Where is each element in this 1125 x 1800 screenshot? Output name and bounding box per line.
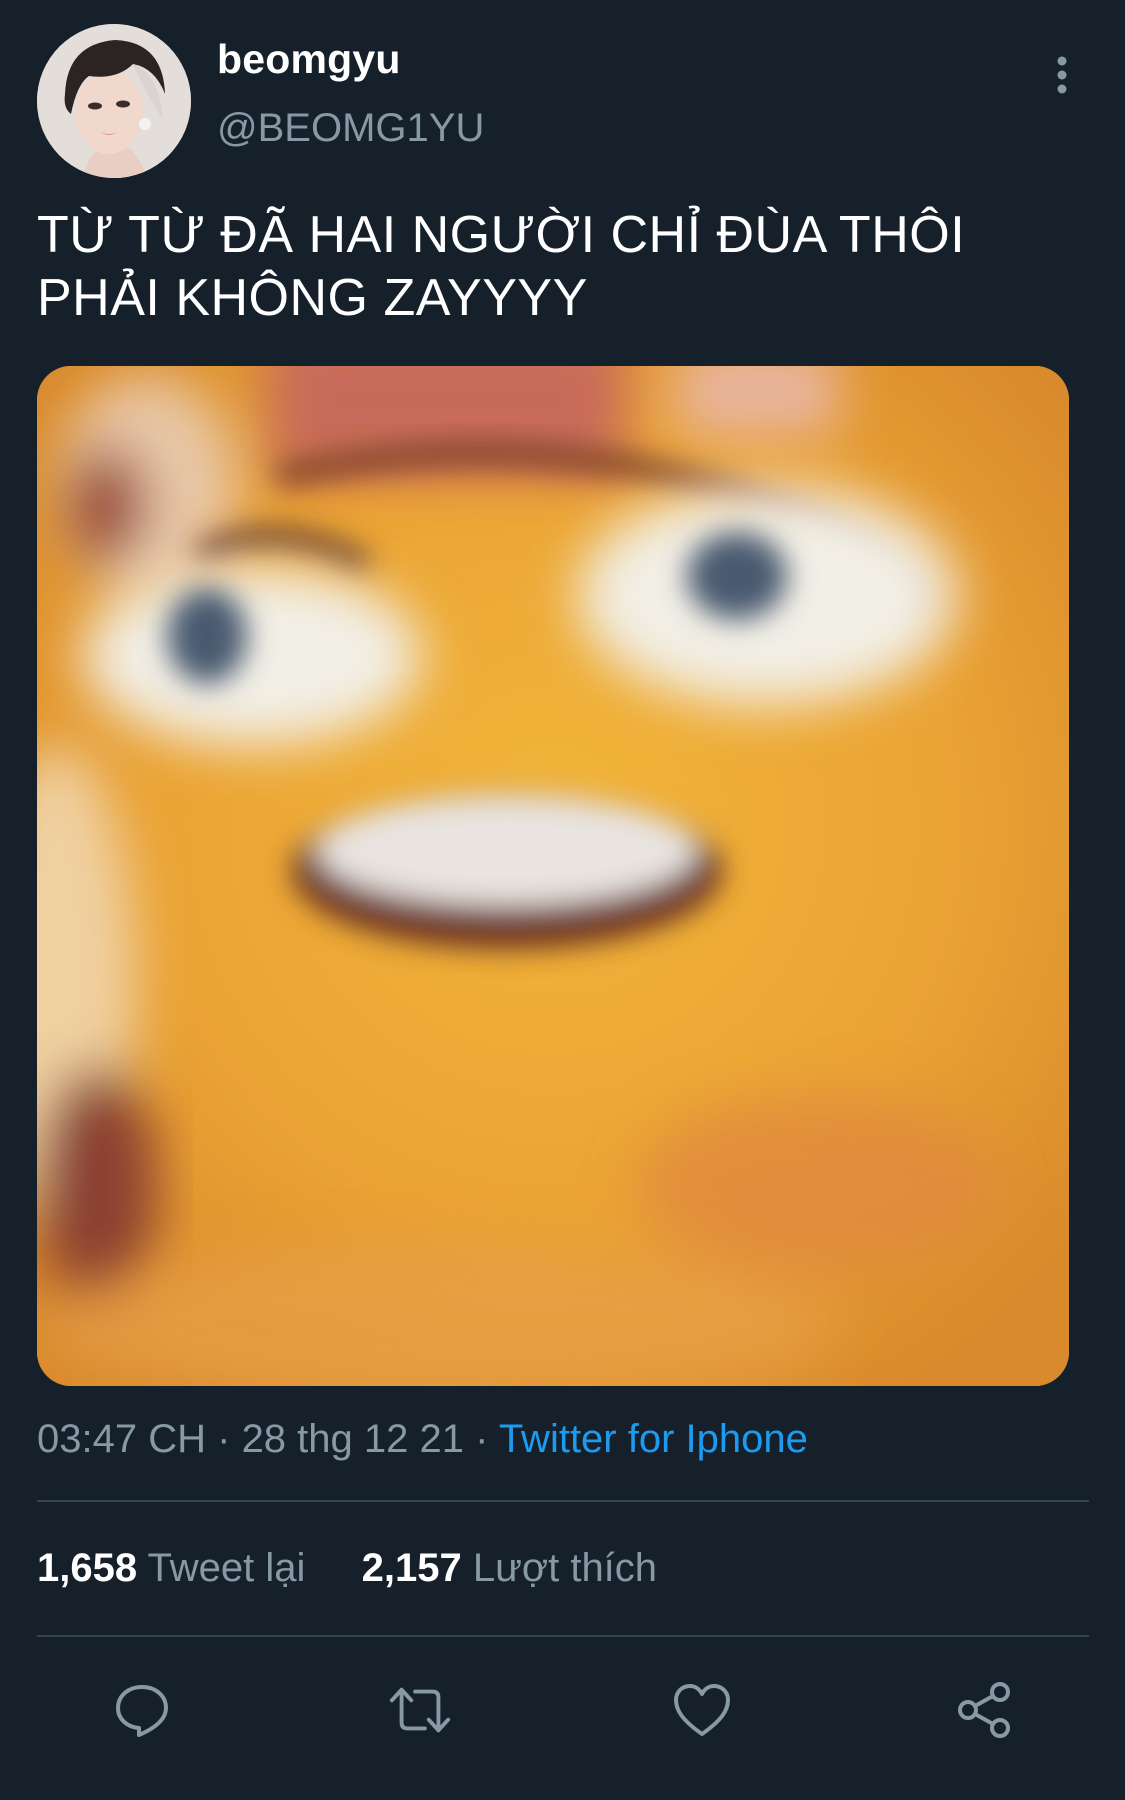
more-options-button[interactable] bbox=[1040, 50, 1084, 100]
retweets-stat[interactable]: 1,658 Tweet lại bbox=[37, 1546, 316, 1590]
more-vertical-icon bbox=[1057, 56, 1067, 94]
meta-separator: · bbox=[217, 1417, 231, 1461]
tweet-date: 28 thg 12 21 bbox=[241, 1417, 464, 1461]
avatar-image bbox=[37, 24, 191, 178]
user-handle[interactable]: @BEOMG1YU bbox=[217, 106, 484, 151]
retweets-label: Tweet lại bbox=[147, 1546, 306, 1590]
retweets-count: 1,658 bbox=[37, 1546, 138, 1590]
retweet-icon bbox=[389, 1687, 451, 1733]
avatar[interactable] bbox=[37, 24, 191, 178]
blurry-face-image bbox=[37, 366, 1069, 1386]
tweet-meta: 03:47 CH · 28 thg 12 21 · Twitter for Ip… bbox=[37, 1417, 808, 1462]
share-button[interactable] bbox=[952, 1678, 1016, 1742]
reply-icon bbox=[116, 1685, 168, 1737]
tweet-text-line-2: PHẢI KHÔNG ZAYYYY bbox=[37, 269, 588, 327]
likes-label: Lượt thích bbox=[472, 1546, 658, 1590]
meta-separator: · bbox=[475, 1417, 489, 1461]
divider bbox=[37, 1635, 1089, 1637]
tweet-time: 03:47 CH bbox=[37, 1417, 206, 1461]
like-button[interactable] bbox=[670, 1678, 734, 1742]
tweet-media-image[interactable] bbox=[37, 366, 1069, 1386]
reply-button[interactable] bbox=[110, 1678, 174, 1742]
tweet-stats: 1,658 Tweet lại 2,157 Lượt thích bbox=[37, 1546, 657, 1591]
display-name[interactable]: beomgyu bbox=[217, 36, 401, 83]
tweet-source-link[interactable]: Twitter for Iphone bbox=[499, 1417, 808, 1461]
likes-count: 2,157 bbox=[361, 1546, 462, 1590]
heart-icon bbox=[674, 1684, 730, 1736]
tweet-detail-page: beomgyu @BEOMG1YU TỪ TỪ ĐÃ HAI NGƯỜI CHỈ… bbox=[0, 0, 1125, 1800]
retweet-button[interactable] bbox=[388, 1678, 452, 1742]
tweet-text: TỪ TỪ ĐÃ HAI NGƯỜI CHỈ ĐÙA THÔI PHẢI KHÔ… bbox=[37, 204, 1077, 330]
share-icon bbox=[958, 1682, 1010, 1738]
likes-stat[interactable]: 2,157 Lượt thích bbox=[362, 1546, 657, 1590]
divider bbox=[37, 1500, 1089, 1502]
tweet-text-line-1: TỪ TỪ ĐÃ HAI NGƯỜI CHỈ ĐÙA THÔI bbox=[37, 206, 966, 264]
